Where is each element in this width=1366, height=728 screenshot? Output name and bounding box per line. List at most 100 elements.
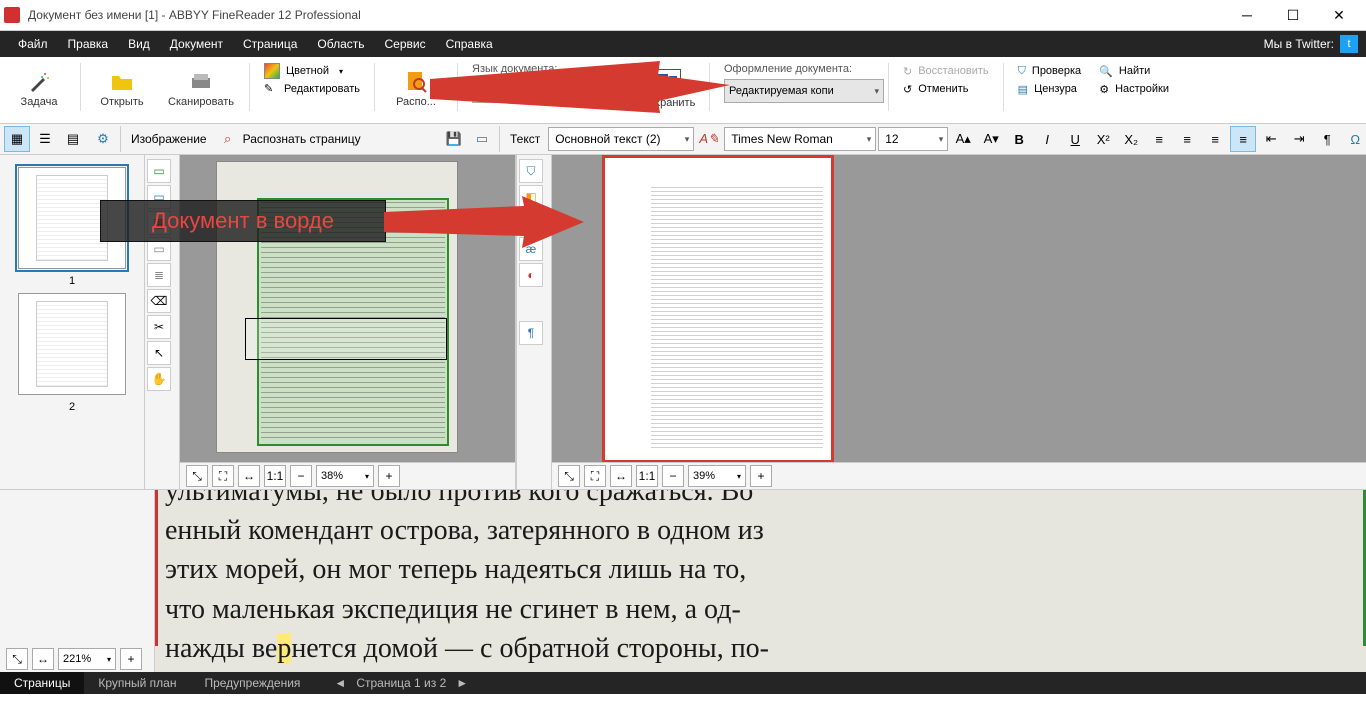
wand-icon	[27, 70, 51, 94]
settings-button[interactable]: ⚙Настройки	[1099, 81, 1169, 97]
undo-redo-section: ↻Восстановить ↺Отменить	[895, 63, 997, 97]
closeup-line-1: енный комендант острова, затерянного в о…	[165, 511, 1356, 550]
gear-icon: ⚙	[1099, 83, 1109, 96]
subscript-button[interactable]: X₂	[1118, 126, 1144, 152]
scan-button[interactable]: Сканировать	[159, 63, 243, 115]
align-left-button[interactable]: ≡	[1146, 126, 1172, 152]
image-save-button[interactable]: 💾	[441, 126, 467, 152]
insert-symbol-button[interactable]: Ω	[1342, 126, 1366, 152]
undo-button[interactable]: ↺Отменить	[903, 81, 989, 97]
text-zoom-value[interactable]: 39%▾	[688, 465, 746, 487]
menu-service[interactable]: Сервис	[375, 37, 436, 51]
menu-file[interactable]: Файл	[8, 37, 58, 51]
closeup-line-4: нажды вернется домой — с обратной сторон…	[165, 629, 1356, 668]
color-option[interactable]: Цветной ▾	[264, 63, 360, 79]
image-fitw-button[interactable]: ↔	[238, 465, 260, 487]
text-pilcrow-tool[interactable]: ¶	[519, 321, 543, 345]
align-right-button[interactable]: ≡	[1202, 126, 1228, 152]
closeup-left-marker	[155, 490, 158, 646]
menu-document[interactable]: Документ	[160, 37, 233, 51]
area-barcode-tool[interactable]: ≣	[147, 263, 171, 287]
image-zoom-value[interactable]: 38%▾	[316, 465, 374, 487]
image-label: Изображение	[131, 132, 207, 146]
menu-help[interactable]: Справка	[436, 37, 503, 51]
style-edit-icon[interactable]: A✎	[696, 126, 722, 152]
style-select[interactable]: Основной текст (2)	[548, 127, 694, 151]
recognize-page-icon[interactable]: ⌕	[215, 126, 241, 152]
menu-view[interactable]: Вид	[118, 37, 160, 51]
layout-select[interactable]: Редактируемая копи	[724, 79, 884, 103]
menu-page[interactable]: Страница	[233, 37, 307, 51]
area-text-tool[interactable]: ▭	[147, 159, 171, 183]
pointer-tool[interactable]: ↖	[147, 341, 171, 365]
close-button[interactable]: ✕	[1316, 0, 1362, 30]
image-100-button[interactable]: 1:1	[264, 465, 286, 487]
edit-option[interactable]: ✎Редактировать	[264, 81, 360, 97]
bold-button[interactable]: B	[1006, 126, 1032, 152]
text-collapse-button[interactable]: ⤡	[558, 465, 580, 487]
font-size-select[interactable]: 12	[878, 127, 948, 151]
indent-dec-button[interactable]: ⇤	[1258, 126, 1284, 152]
censor-icon: ▤	[1018, 83, 1028, 96]
nav-next-button[interactable]: ►	[456, 676, 468, 690]
nav-prev-button[interactable]: ◄	[334, 676, 346, 690]
text-zoom-out[interactable]: −	[662, 465, 684, 487]
work-area: 1 2 ▭ ▭ ▦ ▭ ≣ ⌫ ✂ ↖ ✋ ⤡ ⛶ ↔ 1:1	[0, 155, 1366, 489]
callout-box: Документ в ворде	[100, 200, 386, 242]
superscript-button[interactable]: X²	[1090, 126, 1116, 152]
menu-area[interactable]: Область	[307, 37, 374, 51]
text-tool-5[interactable]: ◐	[519, 263, 543, 287]
maximize-button[interactable]: ☐	[1270, 0, 1316, 30]
check-button[interactable]: ⛉Проверка	[1018, 63, 1082, 79]
text-fitw-button[interactable]: ↔	[610, 465, 632, 487]
thumb-view-grid[interactable]: ▦	[4, 126, 30, 152]
closeup-text[interactable]: ультиматумы, не было против кого сражать…	[155, 490, 1366, 672]
thumbnail-2[interactable]	[18, 293, 126, 395]
font-grow-button[interactable]: A▴	[950, 126, 976, 152]
recognize-page-label[interactable]: Распознать страницу	[243, 132, 361, 146]
text-zoom-in[interactable]: +	[750, 465, 772, 487]
underline-button[interactable]: U	[1062, 126, 1088, 152]
image-collapse-button[interactable]: ⤡	[186, 465, 208, 487]
eraser-tool[interactable]: ⌫	[147, 289, 171, 313]
font-select[interactable]: Times New Roman	[724, 127, 876, 151]
redo-button[interactable]: ↻Восстановить	[903, 63, 989, 79]
tool-row: ▦ ☰ ▤ ⚙ Изображение ⌕ Распознать страниц…	[0, 124, 1366, 155]
image-fit-button[interactable]: ⛶	[212, 465, 234, 487]
window-title: Документ без имени [1] - ABBYY FineReade…	[28, 8, 1224, 22]
text-tool-1[interactable]: ⛉	[519, 159, 543, 183]
text-100-button[interactable]: 1:1	[636, 465, 658, 487]
censor-button[interactable]: ▤Цензура	[1018, 81, 1082, 97]
image-zoom-in[interactable]: +	[378, 465, 400, 487]
minimize-button[interactable]: ─	[1224, 0, 1270, 30]
text-fit-button[interactable]: ⛶	[584, 465, 606, 487]
open-button[interactable]: Открыть	[87, 63, 157, 115]
crop-tool[interactable]: ✂	[147, 315, 171, 339]
closeup-zoom-value[interactable]: 221%▾	[58, 648, 116, 670]
text-pane: ⛉ ◧ ◧ æ ◐ ¶ ⤡ ⛶ ↔ 1:1 − 39%▾ +	[515, 155, 1366, 489]
task-button[interactable]: Задача	[4, 63, 74, 115]
twitter-link[interactable]: Мы в Twitter: t	[1264, 35, 1358, 53]
italic-button[interactable]: I	[1034, 126, 1060, 152]
image-tool-button[interactable]: ▭	[469, 126, 495, 152]
thumb-view-detail[interactable]: ▤	[60, 126, 86, 152]
closeup-collapse-button[interactable]: ⤡	[6, 648, 28, 670]
thumb-settings[interactable]: ⚙	[90, 126, 116, 152]
text-canvas[interactable]: ⤡ ⛶ ↔ 1:1 − 39%▾ +	[552, 155, 1366, 489]
pilcrow-button[interactable]: ¶	[1314, 126, 1340, 152]
status-tab-warnings[interactable]: Предупреждения	[190, 672, 314, 694]
thumb-view-list[interactable]: ☰	[32, 126, 58, 152]
menu-edit[interactable]: Правка	[58, 37, 119, 51]
hand-tool[interactable]: ✋	[147, 367, 171, 391]
indent-inc-button[interactable]: ⇥	[1286, 126, 1312, 152]
closeup-zoom-in[interactable]: +	[120, 648, 142, 670]
status-tab-pages[interactable]: Страницы	[0, 672, 84, 694]
find-button[interactable]: 🔍Найти	[1099, 63, 1169, 79]
closeup-line-2: этих морей, он мог теперь надеяться лишь…	[165, 550, 1356, 589]
status-tab-closeup[interactable]: Крупный план	[84, 672, 190, 694]
font-shrink-button[interactable]: A▾	[978, 126, 1004, 152]
closeup-fit-button[interactable]: ↔	[32, 648, 54, 670]
align-justify-button[interactable]: ≡	[1230, 126, 1256, 152]
align-center-button[interactable]: ≡	[1174, 126, 1200, 152]
image-zoom-out[interactable]: −	[290, 465, 312, 487]
